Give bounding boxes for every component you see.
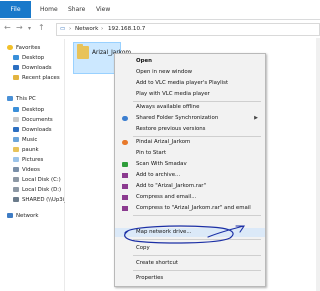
chevron-right-icon: ›: [69, 26, 72, 32]
menu-item-play-vlc[interactable]: Play with VLC media player: [115, 90, 265, 99]
menu-item-open[interactable]: Open: [115, 57, 265, 66]
sidebar-item-local-disk-d[interactable]: Local Disk (D:): [13, 186, 61, 195]
forward-arrow-icon[interactable]: →: [16, 23, 23, 32]
pictures-icon: [13, 157, 19, 162]
menu-item-open-new-window[interactable]: Open in new window: [115, 68, 265, 77]
desktop-icon: [13, 107, 19, 112]
recent-places-icon: [13, 75, 19, 80]
tab-view[interactable]: View: [96, 1, 110, 18]
sidebar-item-downloads[interactable]: Downloads: [13, 126, 52, 135]
sidebar-item-downloads[interactable]: Downloads: [13, 64, 52, 73]
breadcrumb-network[interactable]: Network: [75, 26, 98, 32]
computer-icon: [7, 96, 13, 101]
sidebar-item-network[interactable]: Network: [7, 212, 39, 221]
vertical-scrollbar[interactable]: [316, 38, 320, 291]
ribbon-tab-bar: File Home Share View: [0, 0, 320, 20]
breadcrumb-host[interactable]: 192.168.10.7: [108, 26, 145, 32]
downloads-icon: [13, 65, 19, 70]
menu-item-properties[interactable]: Properties: [115, 274, 265, 283]
smadav-icon: [122, 162, 128, 167]
back-arrow-icon[interactable]: ←: [4, 23, 11, 32]
menu-item-add-vlc-playlist[interactable]: Add to VLC media player's Playlist: [115, 79, 265, 88]
folder-icon: [77, 44, 89, 59]
menu-separator: [133, 136, 261, 137]
videos-icon: [13, 167, 19, 172]
sidebar-item-desktop[interactable]: Desktop: [13, 54, 44, 63]
folder-icon: [13, 147, 19, 152]
menu-item-add-to-archive[interactable]: Add to archive...: [115, 171, 265, 180]
sidebar-item-local-disk-c[interactable]: Local Disk (C:): [13, 176, 61, 185]
drive-icon: [13, 187, 19, 192]
sidebar-item-music[interactable]: Music: [13, 136, 37, 145]
winrar-icon: [122, 195, 128, 200]
music-icon: [13, 137, 19, 142]
antivirus-scan-icon: [122, 140, 128, 145]
menu-item-shared-folder-sync[interactable]: Shared Folder Synchronization ▶: [115, 114, 265, 123]
menu-separator: [133, 101, 261, 102]
sidebar-item-this-pc[interactable]: This PC: [7, 95, 36, 104]
sidebar-item-documents[interactable]: Documents: [13, 116, 53, 125]
tab-home[interactable]: Home: [40, 1, 58, 18]
menu-item-copy[interactable]: Copy: [115, 244, 265, 253]
menu-separator: [133, 270, 261, 271]
recent-locations-icon[interactable]: ▾: [28, 25, 31, 32]
sync-icon: [122, 116, 128, 121]
tab-share[interactable]: Share: [68, 1, 85, 18]
network-icon: [7, 213, 13, 218]
address-bar[interactable]: ▭ › Network › 192.168.10.7: [56, 23, 320, 36]
menu-separator: [133, 239, 261, 240]
menu-item-scan-smadav[interactable]: Scan With Smadav: [115, 160, 265, 169]
downloads-icon: [13, 127, 19, 132]
menu-separator: [133, 215, 261, 216]
menu-item-pindai[interactable]: Pindai Arizal_Jarkom: [115, 138, 265, 147]
submenu-arrow-icon: ▶: [254, 115, 258, 121]
menu-item-compress-rar-email[interactable]: Compress to "Arizal_Jarkom.rar" and emai…: [115, 204, 265, 213]
winrar-icon: [122, 184, 128, 189]
network-drive-icon: [13, 197, 19, 202]
context-menu: Open Open in new window Add to VLC media…: [114, 53, 266, 287]
menu-item-compress-email[interactable]: Compress and email...: [115, 193, 265, 202]
sidebar-item-paunk[interactable]: paunk: [13, 146, 39, 155]
menu-item-restore-versions[interactable]: Restore previous versions: [115, 125, 265, 134]
menu-separator: [133, 255, 261, 256]
desktop-icon: [13, 55, 19, 60]
sidebar-item-videos[interactable]: Videos: [13, 166, 40, 175]
documents-icon: [13, 117, 19, 122]
sidebar-item-pictures[interactable]: Pictures: [13, 156, 43, 165]
star-icon: [7, 45, 13, 50]
winrar-icon: [122, 206, 128, 211]
file-tab[interactable]: File: [0, 1, 31, 18]
sidebar-item-desktop[interactable]: Desktop: [13, 106, 44, 115]
winrar-icon: [122, 173, 128, 178]
up-arrow-icon[interactable]: ↑: [38, 23, 45, 32]
navigation-bar: ← → ▾ ↑ ▭ › Network › 192.168.10.7: [0, 20, 320, 37]
menu-item-create-shortcut[interactable]: Create shortcut: [115, 259, 265, 268]
network-location-icon: ▭: [60, 26, 66, 32]
chevron-right-icon: ›: [101, 26, 104, 32]
drive-icon: [13, 177, 19, 182]
sidebar-item-favorites[interactable]: Favorites: [7, 44, 40, 53]
sidebar-item-recent-places[interactable]: Recent places: [13, 74, 60, 83]
menu-item-add-to-rar[interactable]: Add to "Arizal_Jarkom.rar": [115, 182, 265, 191]
menu-item-pin-to-start[interactable]: Pin to Start: [115, 149, 265, 158]
menu-item-always-offline[interactable]: Always available offline: [115, 103, 265, 112]
menu-item-map-network-drive[interactable]: Map network drive...: [115, 228, 265, 237]
